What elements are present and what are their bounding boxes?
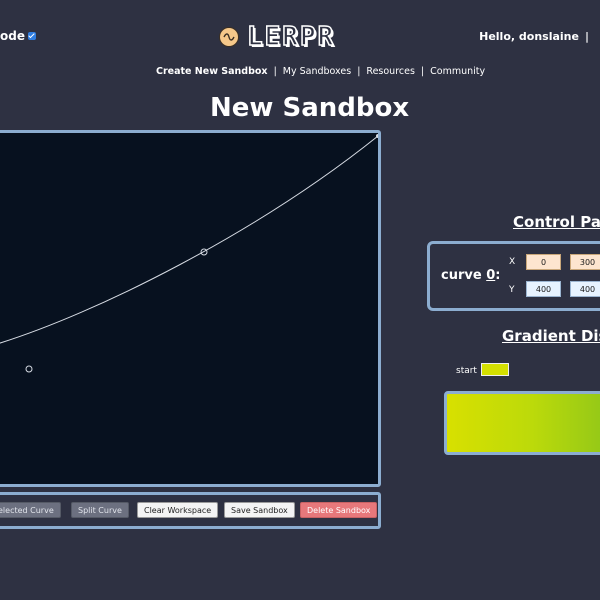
x1-input[interactable]: 300 — [570, 254, 600, 270]
control-panel: curve 0: X Y 0 300 400 400 — [427, 241, 600, 311]
user-greeting: Hello, donslaine | — [479, 30, 589, 43]
nav-separator: | — [357, 66, 361, 77]
y1-input[interactable]: 400 — [570, 281, 600, 297]
delete-sandbox-button[interactable]: Delete Sandbox — [300, 502, 378, 518]
darkmode-checkbox[interactable] — [27, 32, 36, 40]
nav-create-sandbox[interactable]: Create New Sandbox — [156, 66, 268, 77]
main-nav: Create New Sandbox | My Sandboxes | Reso… — [156, 66, 485, 77]
canvas-toolbar: elected Curve Split Curve Clear Workspac… — [0, 492, 381, 529]
gradient-preview — [444, 391, 600, 455]
bezier-curve[interactable] — [0, 135, 378, 344]
y-axis-label: Y — [509, 285, 515, 295]
wave-icon — [219, 27, 239, 47]
page-title: New Sandbox — [210, 93, 410, 123]
x-axis-label: X — [509, 257, 516, 267]
control-panel-heading: Control Par — [513, 213, 600, 231]
nav-resources[interactable]: Resources — [366, 66, 415, 77]
split-curve-button[interactable]: Split Curve — [71, 502, 129, 518]
logo[interactable]: LERPR — [219, 21, 336, 53]
nav-community[interactable]: Community — [430, 66, 485, 77]
darkmode-toggle[interactable]: ode — [0, 29, 36, 43]
nav-separator: | — [420, 66, 425, 77]
control-point[interactable] — [25, 365, 33, 373]
nav-my-sandboxes[interactable]: My Sandboxes — [283, 66, 351, 77]
y0-input[interactable]: 400 — [526, 281, 561, 297]
x0-input[interactable]: 0 — [526, 254, 561, 270]
lerpr-page: ode LERPR Hello, donslaine | Create New … — [0, 0, 600, 600]
curve-label: curve 0: — [441, 268, 500, 283]
curve-svg[interactable] — [0, 133, 378, 484]
start-color-swatch[interactable] — [481, 363, 509, 376]
curve-suffix: : — [495, 268, 501, 283]
gradient-display-heading: Gradient Dis — [502, 327, 600, 345]
greeting-separator: | — [584, 30, 589, 43]
logo-text: LERPR — [246, 21, 336, 53]
darkmode-label: ode — [0, 29, 25, 43]
start-color-label: start — [456, 366, 477, 376]
nav-separator: | — [273, 66, 277, 77]
sandbox-canvas[interactable] — [0, 130, 381, 487]
delete-selected-curve-button[interactable]: elected Curve — [0, 502, 61, 518]
clear-workspace-button[interactable]: Clear Workspace — [137, 502, 219, 518]
curve-index: 0 — [486, 268, 496, 283]
greeting-text: Hello, donslaine — [479, 30, 579, 43]
save-sandbox-button[interactable]: Save Sandbox — [224, 502, 295, 518]
curve-prefix: curve — [441, 268, 487, 283]
